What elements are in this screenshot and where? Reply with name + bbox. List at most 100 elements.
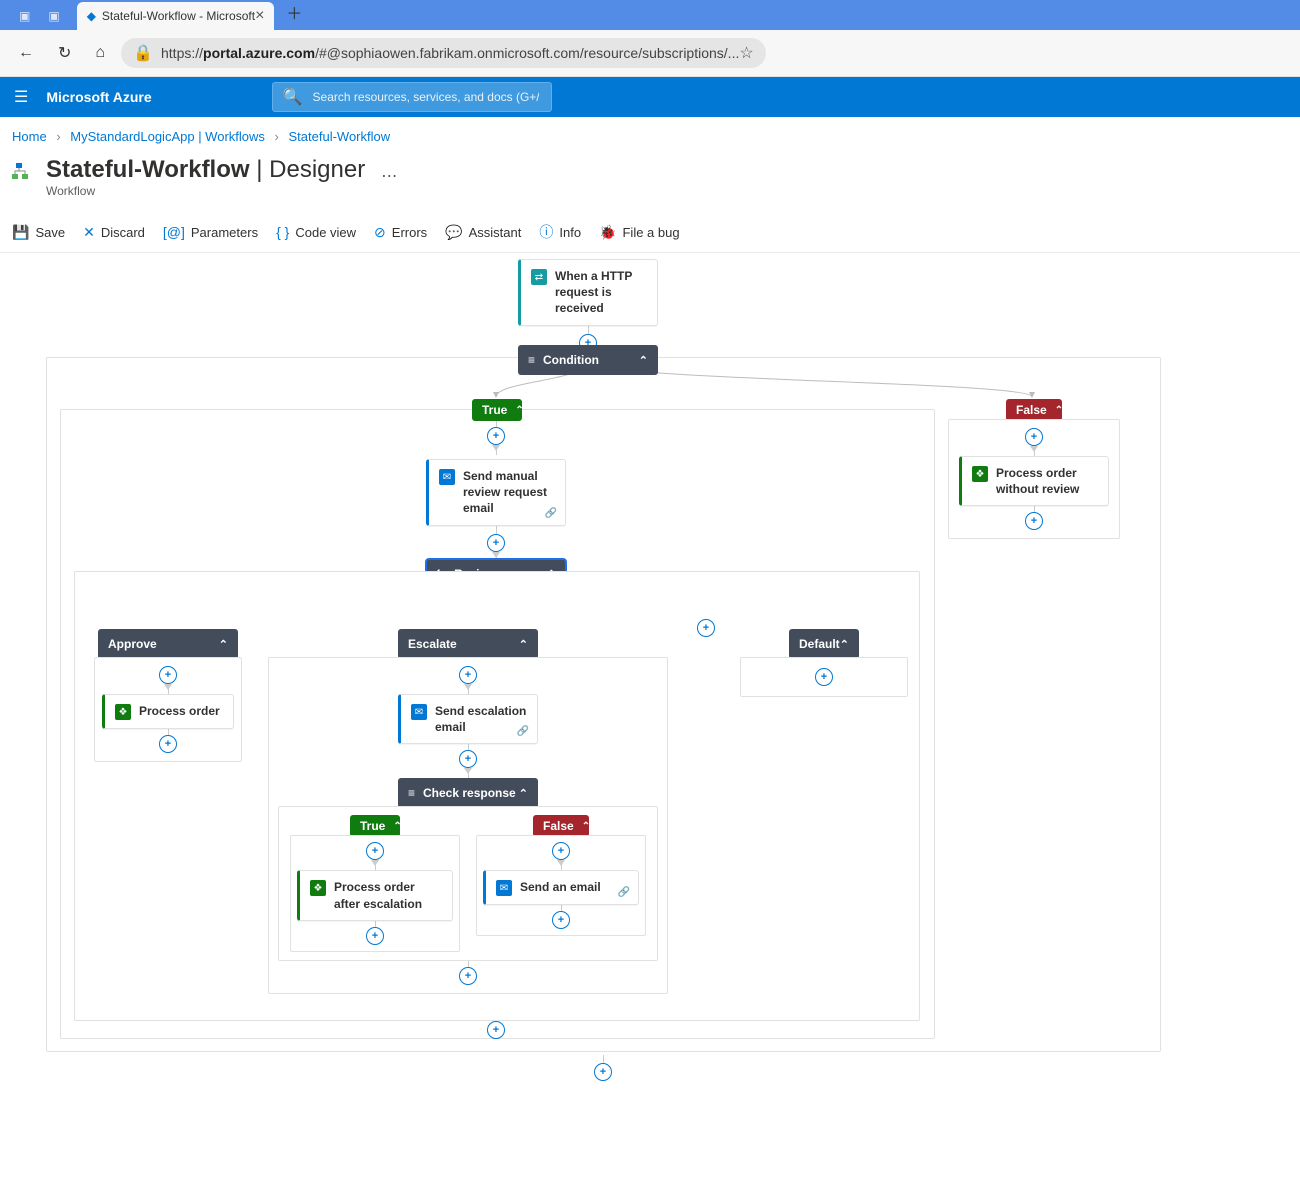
false-badge[interactable]: False⌃ — [1006, 399, 1062, 421]
add-step-button[interactable]: + — [459, 666, 477, 684]
crumb-app[interactable]: MyStandardLogicApp | Workflows — [70, 129, 265, 144]
add-step-button[interactable]: + — [594, 1063, 612, 1081]
lock-icon: 🔒 — [133, 43, 153, 63]
add-step-button[interactable]: + — [552, 911, 570, 929]
file-bug-button[interactable]: 🐞File a bug — [599, 218, 680, 246]
true-badge[interactable]: True⌃ — [350, 815, 400, 837]
more-icon[interactable]: ⋯ — [381, 166, 397, 186]
workflow-icon — [12, 160, 36, 184]
add-step-button[interactable]: + — [366, 842, 384, 860]
condition-icon: ≡ — [408, 786, 415, 800]
add-step-button[interactable]: + — [159, 735, 177, 753]
browser-tab[interactable]: ◆ Stateful-Workflow - Microsoft × — [77, 2, 275, 30]
back-button[interactable]: ← — [10, 39, 42, 67]
inline-code-icon: ❖ — [972, 466, 988, 482]
assistant-button[interactable]: 💬Assistant — [445, 218, 521, 246]
send-email-label: Send an email — [520, 879, 601, 895]
menu-icon[interactable]: ☰ — [14, 87, 28, 107]
add-step-button[interactable]: + — [1025, 512, 1043, 530]
search-input[interactable] — [311, 89, 541, 105]
default-label: Default — [799, 637, 840, 651]
condition-icon: ≡ — [528, 353, 535, 367]
chevron-up-icon: ⌃ — [519, 638, 528, 651]
chevron-up-icon: ⌃ — [519, 787, 528, 800]
chevron-up-icon: ⌃ — [582, 821, 590, 832]
process-order-label: Process order — [139, 703, 220, 719]
link-icon: 🔗 — [618, 887, 630, 898]
brand-label: Microsoft Azure — [46, 89, 151, 105]
chevron-up-icon: ⌃ — [515, 405, 523, 416]
info-button[interactable]: ⓘInfo — [539, 218, 581, 246]
trigger-label: When a HTTP request is received — [555, 268, 647, 317]
browser-tab-strip: ▣ ▣ ◆ Stateful-Workflow - Microsoft × ＋ — [0, 0, 1300, 30]
page-header: Stateful-Workflow | Designer Workflow ⋯ — [0, 150, 1300, 212]
search-icon: 🔍 — [283, 87, 303, 107]
url-field[interactable]: 🔒 https://portal.azure.com/#@sophiaowen.… — [121, 38, 766, 68]
chevron-up-icon: ⌃ — [1055, 405, 1063, 416]
true-badge[interactable]: True⌃ — [472, 399, 522, 421]
add-step-button[interactable]: + — [159, 666, 177, 684]
parameters-button[interactable]: [@]Parameters — [163, 218, 258, 246]
outlook-icon: ✉ — [411, 704, 427, 720]
errors-button[interactable]: ⊘Errors — [374, 218, 427, 246]
discard-icon: ✕ — [83, 224, 95, 241]
outlook-icon: ✉ — [496, 880, 512, 896]
inline-code-icon: ❖ — [310, 880, 326, 896]
breadcrumb: Home › MyStandardLogicApp | Workflows › … — [0, 117, 1300, 150]
link-icon: 🔗 — [545, 508, 557, 519]
designer-canvas[interactable]: ⇄ When a HTTP request is received + ≡Con… — [0, 253, 1300, 1093]
add-case-button[interactable]: + — [697, 619, 715, 637]
add-step-button[interactable]: + — [487, 534, 505, 552]
false-badge[interactable]: False⌃ — [533, 815, 589, 837]
add-step-button[interactable]: + — [487, 1021, 505, 1039]
code-view-button[interactable]: { }Code view — [276, 218, 356, 246]
close-icon[interactable]: × — [255, 7, 264, 25]
errors-icon: ⊘ — [374, 224, 386, 241]
favorite-icon[interactable]: ☆ — [739, 43, 753, 63]
send-email-card[interactable]: ✉ Send an email 🔗 — [483, 870, 639, 905]
outlook-icon: ✉ — [439, 469, 455, 485]
link-icon: 🔗 — [517, 726, 529, 737]
add-step-button[interactable]: + — [366, 927, 384, 945]
send-review-card[interactable]: ✉ Send manual review request email 🔗 — [426, 459, 566, 526]
crumb-workflow[interactable]: Stateful-Workflow — [289, 129, 391, 144]
tab-title: Stateful-Workflow - Microsoft — [102, 9, 255, 23]
search-box[interactable]: 🔍 — [272, 82, 552, 112]
condition-node[interactable]: ≡Condition ⌃ — [518, 345, 658, 375]
add-step-button[interactable]: + — [487, 427, 505, 445]
process-without-review-label: Process order without review — [996, 465, 1098, 497]
home-button[interactable]: ⌂ — [87, 39, 113, 67]
http-trigger-icon: ⇄ — [531, 269, 547, 285]
add-step-button[interactable]: + — [815, 668, 833, 686]
save-button[interactable]: 💾Save — [12, 218, 65, 246]
refresh-button[interactable]: ↻ — [50, 38, 79, 68]
send-review-label: Send manual review request email — [463, 468, 555, 517]
add-step-button[interactable]: + — [552, 842, 570, 860]
check-response-label: Check response — [423, 786, 516, 800]
azure-top-bar: ☰ Microsoft Azure 🔍 — [0, 77, 1300, 117]
info-icon: ⓘ — [539, 222, 553, 242]
crumb-home[interactable]: Home — [12, 129, 47, 144]
add-step-button[interactable]: + — [459, 967, 477, 985]
process-after-escalation-card[interactable]: ❖ Process order after escalation — [297, 870, 453, 920]
new-tab-button[interactable]: ＋ — [286, 0, 302, 24]
send-escalation-card[interactable]: ✉ Send escalation email 🔗 — [398, 694, 538, 744]
add-step-button[interactable]: + — [1025, 428, 1043, 446]
default-case-node[interactable]: Default ⌃ — [789, 629, 859, 659]
trigger-card[interactable]: ⇄ When a HTTP request is received — [518, 259, 658, 326]
browser-address-bar: ← ↻ ⌂ 🔒 https://portal.azure.com/#@sophi… — [0, 30, 1300, 77]
escalate-label: Escalate — [408, 637, 457, 651]
discard-button[interactable]: ✕Discard — [83, 218, 145, 246]
approve-case-node[interactable]: Approve ⌃ — [98, 629, 238, 659]
approve-label: Approve — [108, 637, 157, 651]
url-text: https://portal.azure.com/#@sophiaowen.fa… — [161, 45, 739, 61]
check-response-node[interactable]: ≡ Check response ⌃ — [398, 778, 538, 808]
process-without-review-card[interactable]: ❖ Process order without review — [959, 456, 1109, 506]
process-order-card[interactable]: ❖ Process order — [102, 694, 234, 729]
bug-icon: 🐞 — [599, 224, 616, 241]
chevron-up-icon: ⌃ — [840, 638, 849, 651]
escalate-case-node[interactable]: Escalate ⌃ — [398, 629, 538, 659]
azure-favicon-icon: ◆ — [87, 9, 96, 23]
add-step-button[interactable]: + — [459, 750, 477, 768]
chevron-up-icon: ⌃ — [219, 638, 228, 651]
